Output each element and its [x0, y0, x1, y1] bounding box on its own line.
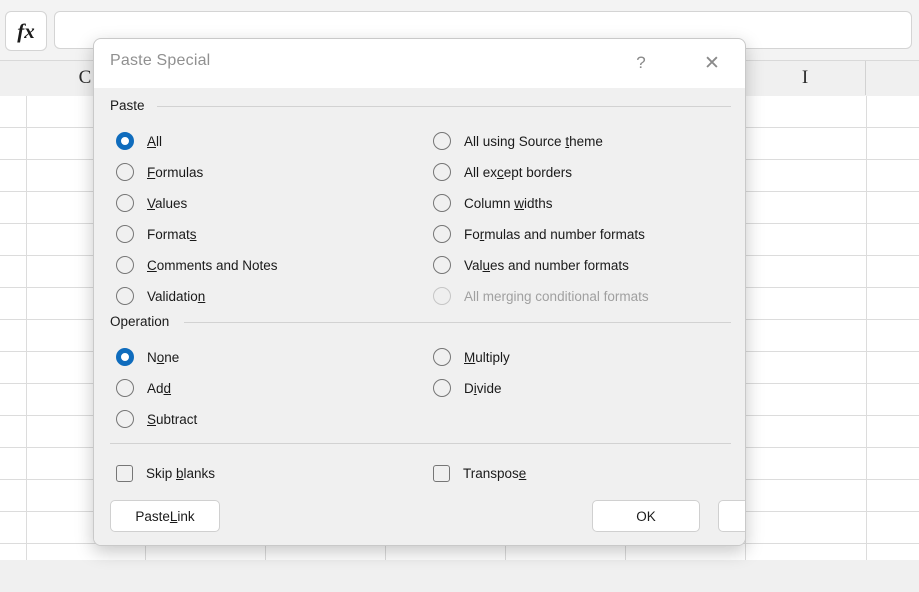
radio-unselected-icon[interactable]	[116, 194, 134, 212]
insert-function-icon[interactable]: fx	[5, 11, 47, 51]
checkbox-unchecked-icon[interactable]	[116, 464, 133, 482]
operation-option-label: None	[147, 349, 180, 365]
paste-option[interactable]: Validation	[116, 285, 205, 307]
paste-option[interactable]: All except borders	[433, 161, 572, 183]
radio-unselected-icon[interactable]	[433, 132, 451, 150]
paste-special-dialog[interactable]: Paste Special ? ✕ Paste All Formulas Value…	[93, 38, 746, 546]
paste-option[interactable]: Formulas and number formats	[433, 223, 645, 245]
paste-option-label: Values and number formats	[464, 257, 629, 273]
footer-separator	[110, 443, 731, 444]
checkbox-label: Skip blanks	[146, 465, 216, 481]
paste-option[interactable]: Formulas	[116, 161, 203, 183]
paste-option-label: Formats	[147, 226, 197, 242]
operation-option[interactable]: Add	[116, 377, 171, 399]
paste-option[interactable]: Column widths	[433, 192, 553, 214]
radio-unselected-icon[interactable]	[433, 194, 451, 212]
radio-selected-icon[interactable]	[116, 132, 134, 150]
grid-column-line	[866, 96, 867, 592]
operation-group-rule	[184, 322, 731, 323]
checkbox-label: Transpose	[463, 465, 527, 481]
paste-link-button[interactable]: Paste Link	[110, 500, 220, 532]
radio-selected-icon[interactable]	[116, 348, 134, 366]
operation-option[interactable]: Subtract	[116, 408, 197, 430]
radio-unselected-icon[interactable]	[116, 379, 134, 397]
radio-unselected-icon[interactable]	[116, 225, 134, 243]
operation-option-label: Subtract	[147, 411, 198, 427]
radio-unselected-icon[interactable]	[433, 379, 451, 397]
ok-button[interactable]: OK	[592, 500, 700, 532]
radio-unselected-icon[interactable]	[116, 287, 134, 305]
paste-option-label: All using Source theme	[464, 133, 603, 149]
paste-option[interactable]: Values	[116, 192, 187, 214]
paste-group-label: Paste	[110, 98, 145, 113]
operation-option-label: Multiply	[464, 349, 510, 365]
checkbox-transpose[interactable]: Transpose	[433, 462, 526, 484]
paste-option-label: All except borders	[464, 164, 573, 180]
checkbox-unchecked-icon[interactable]	[433, 464, 450, 482]
paste-option-label: Comments and Notes	[147, 257, 278, 273]
excel-application-window: fx C I Paste Special ? ✕ Paste All Formul…	[0, 0, 919, 592]
radio-unselected-icon[interactable]	[433, 256, 451, 274]
radio-unselected-icon[interactable]	[433, 163, 451, 181]
cancel-button[interactable]: Cancel	[718, 500, 745, 532]
radio-unselected-icon	[433, 287, 451, 305]
radio-unselected-icon[interactable]	[116, 163, 134, 181]
radio-unselected-icon[interactable]	[433, 348, 451, 366]
paste-group-rule	[157, 106, 731, 107]
paste-option[interactable]: Formats	[116, 223, 197, 245]
operation-option[interactable]: None	[116, 346, 179, 368]
radio-unselected-icon[interactable]	[433, 225, 451, 243]
radio-unselected-icon[interactable]	[116, 410, 134, 428]
close-icon[interactable]: ✕	[695, 47, 729, 79]
paste-option-label: Column widths	[464, 195, 553, 211]
grid-column-line	[26, 96, 27, 592]
sheet-bottom-band	[0, 560, 919, 592]
paste-option-label: Formulas and number formats	[464, 226, 645, 242]
operation-option-label: Divide	[464, 380, 502, 396]
paste-option-label: All	[147, 133, 163, 149]
operation-option-label: Add	[147, 380, 172, 396]
column-header-i[interactable]: I	[745, 61, 866, 95]
help-icon[interactable]: ?	[624, 47, 658, 79]
dialog-titlebar: Paste Special ? ✕	[94, 39, 745, 88]
paste-option-label: Validation	[147, 288, 206, 304]
dialog-title: Paste Special	[110, 52, 211, 69]
operation-group-label: Operation	[110, 314, 170, 329]
paste-option-label: All merging conditional formats	[464, 288, 649, 304]
paste-option-label: Values	[147, 195, 188, 211]
paste-option-label: Formulas	[147, 164, 204, 180]
operation-option[interactable]: Multiply	[433, 346, 510, 368]
paste-option[interactable]: All	[116, 130, 162, 152]
checkbox-skip-blanks[interactable]: Skip blanks	[116, 462, 215, 484]
paste-option[interactable]: Comments and Notes	[116, 254, 278, 276]
paste-option[interactable]: All using Source theme	[433, 130, 603, 152]
dialog-body: Paste All Formulas Values Formats Comments a…	[94, 88, 745, 545]
operation-option[interactable]: Divide	[433, 377, 502, 399]
paste-option: All merging conditional formats	[433, 285, 649, 307]
paste-option[interactable]: Values and number formats	[433, 254, 629, 276]
radio-unselected-icon[interactable]	[116, 256, 134, 274]
